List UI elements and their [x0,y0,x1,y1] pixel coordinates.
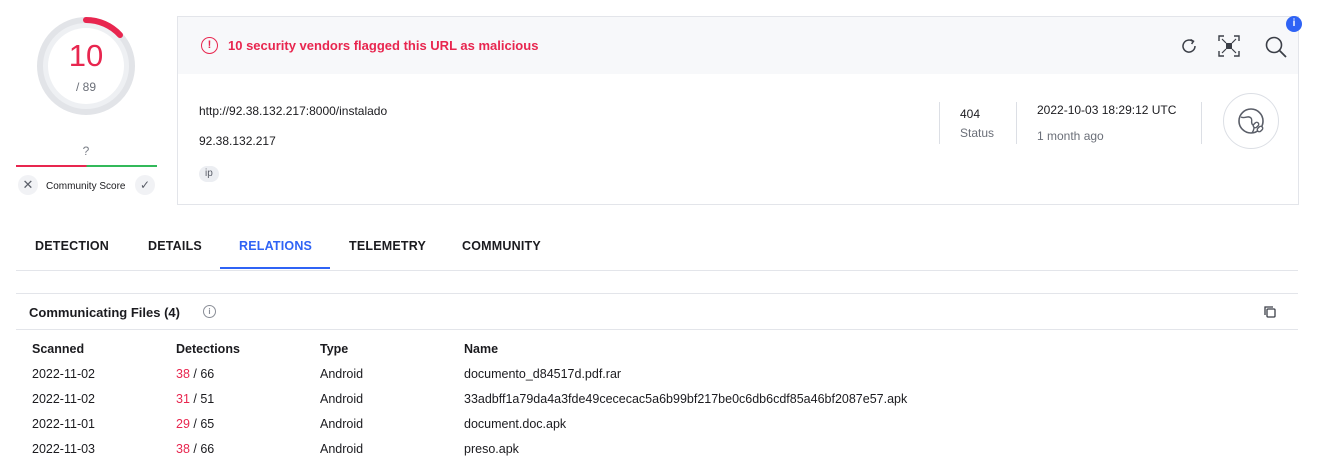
notification-badge[interactable]: i [1286,16,1302,32]
malicious-alert-bar: ! 10 security vendors flagged this URL a… [178,17,1298,74]
similar-button[interactable] [1218,35,1240,57]
divider [939,102,940,144]
table-row: 2022-11-02 31 / 51 Android 33adbff1a79da… [0,392,1326,417]
analyzed-url: http://92.38.132.217:8000/instalado [199,104,388,118]
detection-positives: 29 [176,417,190,431]
vote-harmless-button[interactable]: ✓ [135,175,155,195]
detection-score-gauge: 10 / 89 [34,14,138,118]
column-header-detections[interactable]: Detections [176,342,240,356]
last-analysis-relative: 1 month ago [1037,129,1104,143]
engine-total: / 89 [75,80,96,94]
url-type-badge [1223,93,1279,149]
detection-total: / 66 [189,367,215,381]
community-score-row: ✕ Community Score ✓ [16,174,157,198]
tab-detection[interactable]: DETECTION [35,239,109,253]
reanalyze-button[interactable] [1178,35,1200,57]
last-analysis-date: 2022-10-03 18:29:12 UTC [1037,103,1177,117]
column-header-scanned[interactable]: Scanned [32,342,84,356]
file-name-link[interactable]: 33adbff1a79da4a3fde49cececac5a6b99bf217b… [464,392,907,406]
detection-positives: 31 [176,392,190,406]
divider [16,293,1298,294]
tab-relations[interactable]: RELATIONS [239,239,312,253]
detection-total: / 66 [189,442,215,456]
report-tabs: DETECTION DETAILS RELATIONS TELEMETRY CO… [16,228,1298,271]
table-row: 2022-11-02 38 / 66 Android documento_d84… [0,367,1326,392]
detection-count: 10 [68,38,104,73]
detection-positives: 38 [176,442,190,456]
exclamation-circle-icon: ! [201,37,218,54]
file-type: Android [320,392,364,406]
community-score-bar [16,165,157,167]
tab-community[interactable]: COMMUNITY [462,239,541,253]
active-tab-indicator [220,267,330,269]
detection-ratio: 38 / 66 [176,442,214,456]
http-status-label: Status [960,126,995,140]
scanned-date: 2022-11-02 [32,367,96,381]
community-score-label: Community Score [46,181,126,192]
table-row: 2022-11-01 29 / 65 Android document.doc.… [0,417,1326,442]
close-icon: ✕ [22,177,34,192]
table-row: 2022-11-03 38 / 66 Android preso.apk [0,442,1326,467]
detection-ratio: 29 / 65 [176,417,214,431]
divider [1201,102,1202,144]
divider [1016,102,1017,144]
section-title: Communicating Files (4) [29,305,180,320]
scanned-date: 2022-11-01 [32,417,96,431]
detection-total: / 65 [189,417,215,431]
scanned-date: 2022-11-02 [32,392,96,406]
file-name-link[interactable]: preso.apk [464,442,519,456]
detection-ratio: 38 / 66 [176,367,214,381]
url-host: 92.38.132.217 [199,134,276,148]
detection-ratio: 31 / 51 [176,392,214,406]
http-status-code: 404 [960,107,981,121]
tab-telemetry[interactable]: TELEMETRY [349,239,426,253]
search-icon [1265,36,1287,58]
tag-ip[interactable]: ip [199,166,219,182]
column-header-type[interactable]: Type [320,342,348,356]
alert-text: 10 security vendors flagged this URL as … [228,38,539,53]
globe-link-icon [1238,108,1264,134]
similar-icon [1218,35,1240,57]
file-type: Android [320,442,364,456]
info-icon[interactable]: i [203,305,216,318]
file-type: Android [320,417,364,431]
check-icon: ✓ [139,178,151,192]
column-header-name[interactable]: Name [464,342,498,356]
file-name-link[interactable]: document.doc.apk [464,417,566,431]
copy-icon [1264,306,1276,318]
file-type: Android [320,367,364,381]
divider [16,329,1298,330]
scanned-date: 2022-11-03 [32,442,96,456]
community-score-value: ? [82,144,90,158]
detection-total: / 51 [189,392,215,406]
tab-details[interactable]: DETAILS [148,239,202,253]
detection-positives: 38 [176,367,190,381]
file-name-link[interactable]: documento_d84517d.pdf.rar [464,367,621,381]
url-summary-card: ! 10 security vendors flagged this URL a… [177,16,1302,205]
vote-malicious-button[interactable]: ✕ [18,175,38,195]
reanalyze-icon [1182,38,1196,53]
copy-button[interactable] [1263,305,1277,319]
search-button[interactable] [1264,35,1287,58]
